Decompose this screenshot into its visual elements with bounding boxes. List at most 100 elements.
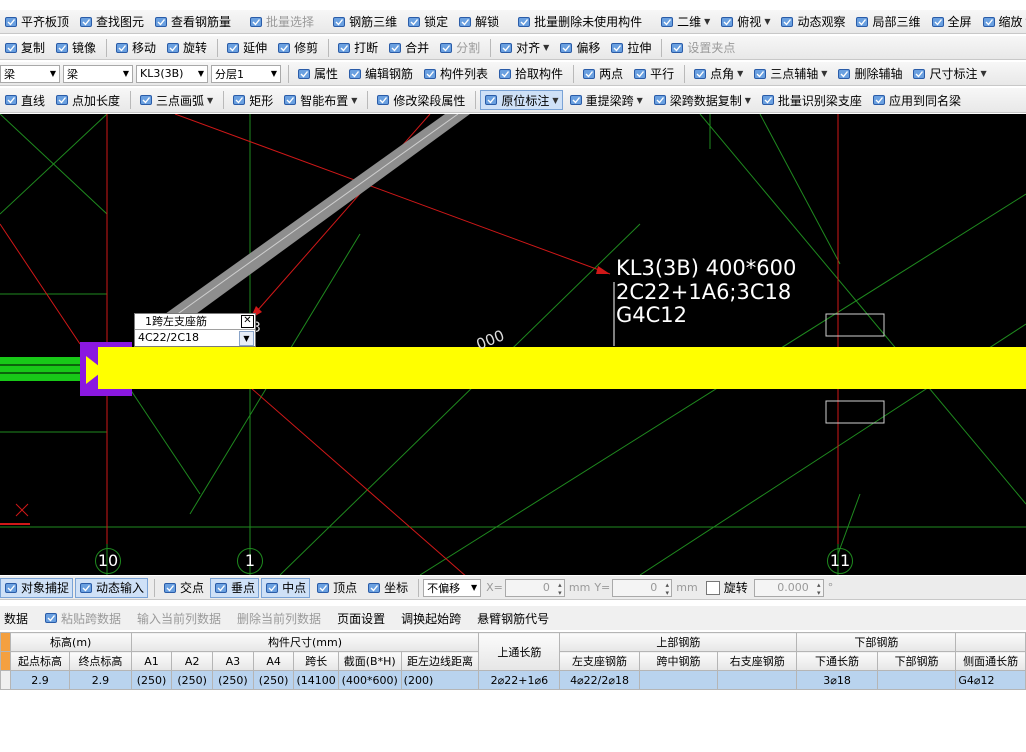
batch-delete-button[interactable]: 批量删除未使用构件: [513, 12, 646, 32]
dimension-button[interactable]: 尺寸标注 ▼: [908, 64, 990, 84]
table-cell[interactable]: [638, 670, 719, 690]
intersection-button[interactable]: 交点: [159, 578, 208, 598]
column-header[interactable]: A1: [130, 651, 173, 671]
chevron-down-icon[interactable]: ▼: [543, 43, 549, 52]
column-header[interactable]: 右支座钢筋: [717, 651, 798, 671]
popup-value-field[interactable]: 4C22/2C18 ▼: [135, 330, 255, 346]
chevron-down-icon[interactable]: ▼: [745, 96, 751, 105]
type-combo[interactable]: 梁 ▼: [63, 64, 133, 83]
stretch-button[interactable]: 拉伸: [606, 38, 655, 58]
batch-support-button[interactable]: 批量识别梁支座: [757, 90, 866, 110]
close-icon[interactable]: ✕: [241, 315, 254, 328]
column-header[interactable]: 跨中钢筋: [638, 651, 719, 671]
table-cell[interactable]: (250): [212, 670, 254, 690]
column-header[interactable]: 距左边线距离: [400, 651, 480, 671]
point-angle-button[interactable]: 点角 ▼: [689, 64, 747, 84]
chevron-down-icon[interactable]: ▼: [737, 69, 743, 78]
row-header[interactable]: [0, 670, 11, 690]
category-combo[interactable]: 梁 ▼: [0, 64, 60, 83]
column-header[interactable]: 下部钢筋: [876, 651, 957, 671]
column-header[interactable]: 截面(B*H): [337, 651, 402, 671]
chevron-down-icon[interactable]: ▼: [980, 69, 986, 78]
rebar-3d-button[interactable]: 钢筋三维: [328, 12, 401, 32]
offset-combo[interactable]: 不偏移 ▼: [423, 578, 482, 597]
chevron-down-icon[interactable]: ▼: [704, 17, 710, 26]
zoom-button[interactable]: 缩放▼: [978, 12, 1026, 32]
merge-button[interactable]: 合并: [384, 38, 433, 58]
unlock-button[interactable]: 解锁: [454, 12, 503, 32]
table-cell[interactable]: G4⌀12: [955, 670, 1026, 690]
rotate-button[interactable]: 旋转: [162, 38, 211, 58]
column-header[interactable]: A4: [252, 651, 295, 671]
rebar-quantity-button[interactable]: 查看钢筋量: [150, 12, 235, 32]
two-point-button[interactable]: 两点: [578, 64, 627, 84]
lock-button[interactable]: 锁定: [403, 12, 452, 32]
vertex-button[interactable]: 顶点: [312, 578, 361, 598]
column-header[interactable]: 起点标高: [9, 651, 71, 671]
properties-button[interactable]: 属性: [293, 64, 342, 84]
2d-view-button[interactable]: 二维 ▼: [656, 12, 714, 32]
table-cell[interactable]: (200): [400, 670, 480, 690]
move-button[interactable]: 移动: [111, 38, 160, 58]
grip-button[interactable]: 设置夹点: [666, 38, 739, 58]
column-header[interactable]: A2: [171, 651, 214, 671]
component-list-button[interactable]: 构件列表: [419, 64, 492, 84]
pick-component-button[interactable]: 拾取构件: [494, 64, 567, 84]
chevron-down-icon[interactable]: ▼: [351, 96, 357, 105]
fullscreen-button[interactable]: 全屏: [927, 12, 976, 32]
column-header[interactable]: 侧面通长筋: [955, 651, 1026, 671]
trim-button[interactable]: 修剪: [273, 38, 322, 58]
chevron-down-icon[interactable]: ▼: [207, 96, 213, 105]
three-point-axis-button[interactable]: 三点辅轴 ▼: [749, 64, 831, 84]
top-view-button[interactable]: 俯视 ▼: [716, 12, 774, 32]
perpendicular-button[interactable]: 垂点: [210, 577, 260, 598]
chevron-down-icon[interactable]: ▼: [637, 96, 643, 105]
column-header[interactable]: 下通长筋: [796, 651, 878, 671]
midpoint-button[interactable]: 中点: [261, 577, 311, 598]
align-top-button[interactable]: 平齐板顶: [0, 12, 73, 32]
chevron-down-icon[interactable]: ▼: [821, 69, 827, 78]
re-extract-span-button[interactable]: 重提梁跨 ▼: [565, 90, 647, 110]
in-situ-annotation-button[interactable]: 原位标注 ▼: [480, 90, 563, 110]
tool-button[interactable]: 输入当前列数据: [133, 608, 225, 628]
table-row[interactable]: 2.9 2.9 (250) (250) (250) (250) (14100 (400*600…: [0, 670, 1026, 690]
split-button[interactable]: 分割: [435, 38, 484, 58]
align-button[interactable]: 对齐 ▼: [495, 38, 553, 58]
tool-button[interactable]: 悬臂钢筋代号: [473, 608, 553, 628]
mirror-button[interactable]: 镜像: [51, 38, 100, 58]
arc-button[interactable]: 三点画弧 ▼: [135, 90, 217, 110]
tool-button[interactable]: 调换起始跨: [397, 608, 465, 628]
layer-combo[interactable]: 分层1 ▼: [211, 64, 281, 83]
break-button[interactable]: 打断: [333, 38, 382, 58]
table-cell[interactable]: 2.9: [9, 670, 71, 690]
column-header[interactable]: 左支座钢筋: [559, 651, 640, 671]
object-snap-button[interactable]: 对象捕捉: [0, 577, 74, 598]
span-copy-button[interactable]: 梁跨数据复制 ▼: [649, 90, 755, 110]
parallel-button[interactable]: 平行: [629, 64, 678, 84]
column-header[interactable]: 终点标高: [69, 651, 132, 671]
table-cell[interactable]: (250): [252, 670, 295, 690]
table-cell[interactable]: (400*600): [337, 670, 402, 690]
smart-layout-button[interactable]: 智能布置 ▼: [279, 90, 361, 110]
table-cell[interactable]: (250): [130, 670, 173, 690]
apply-same-name-button[interactable]: 应用到同名梁: [868, 90, 965, 110]
table-cell[interactable]: [717, 670, 798, 690]
y-input[interactable]: 0: [612, 578, 673, 597]
chevron-down-icon[interactable]: ▼: [764, 17, 770, 26]
rotate-input[interactable]: 0.000: [753, 578, 824, 597]
in-situ-editor-popup[interactable]: 1跨左支座筋 ✕ 4C22/2C18 ▼: [134, 313, 256, 347]
column-header[interactable]: 跨长: [293, 651, 339, 671]
extend-button[interactable]: 延伸: [222, 38, 271, 58]
orbit-button[interactable]: 动态观察: [776, 12, 849, 32]
tool-button[interactable]: 数据: [0, 608, 32, 628]
binoculars-button[interactable]: 查找图元: [75, 12, 148, 32]
element-combo[interactable]: KL3(3B) ▼: [136, 64, 208, 83]
point-length-button[interactable]: 点加长度: [51, 90, 124, 110]
table-cell[interactable]: 3⌀18: [796, 670, 878, 690]
table-cell[interactable]: 2.9: [69, 670, 132, 690]
table-cell[interactable]: [876, 670, 957, 690]
dynamic-input-button[interactable]: 动态输入: [75, 577, 149, 598]
rotate-checkbox[interactable]: [705, 580, 720, 595]
rectangle-button[interactable]: 矩形: [228, 90, 277, 110]
chevron-down-icon[interactable]: ▼: [239, 331, 254, 346]
